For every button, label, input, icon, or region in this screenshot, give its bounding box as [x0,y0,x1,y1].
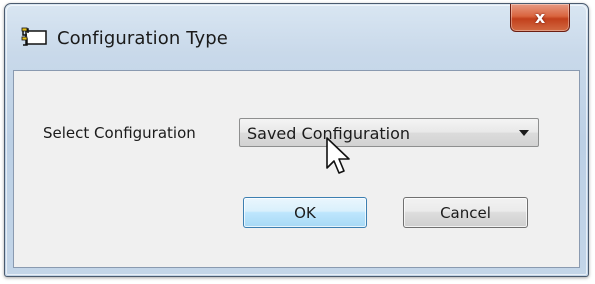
select-configuration-label: Select Configuration [43,124,196,142]
configuration-select-value: Saved Configuration [247,124,411,143]
close-button[interactable]: x [510,4,570,32]
dialog-body: Select Configuration Saved Configuration… [13,70,580,268]
configuration-type-dialog: Configuration Type x Select Configuratio… [4,3,589,277]
configuration-select[interactable]: Saved Configuration [239,118,539,147]
close-icon: x [534,8,546,27]
window-title: Configuration Type [57,28,228,49]
cancel-button[interactable]: Cancel [403,197,528,228]
ok-button[interactable]: OK [243,197,367,228]
title-bar[interactable]: Configuration Type x [5,4,588,70]
window-config-icon [21,27,47,46]
ok-button-label: OK [294,203,316,222]
cancel-button-label: Cancel [440,203,491,222]
chevron-down-icon[interactable] [519,130,529,136]
